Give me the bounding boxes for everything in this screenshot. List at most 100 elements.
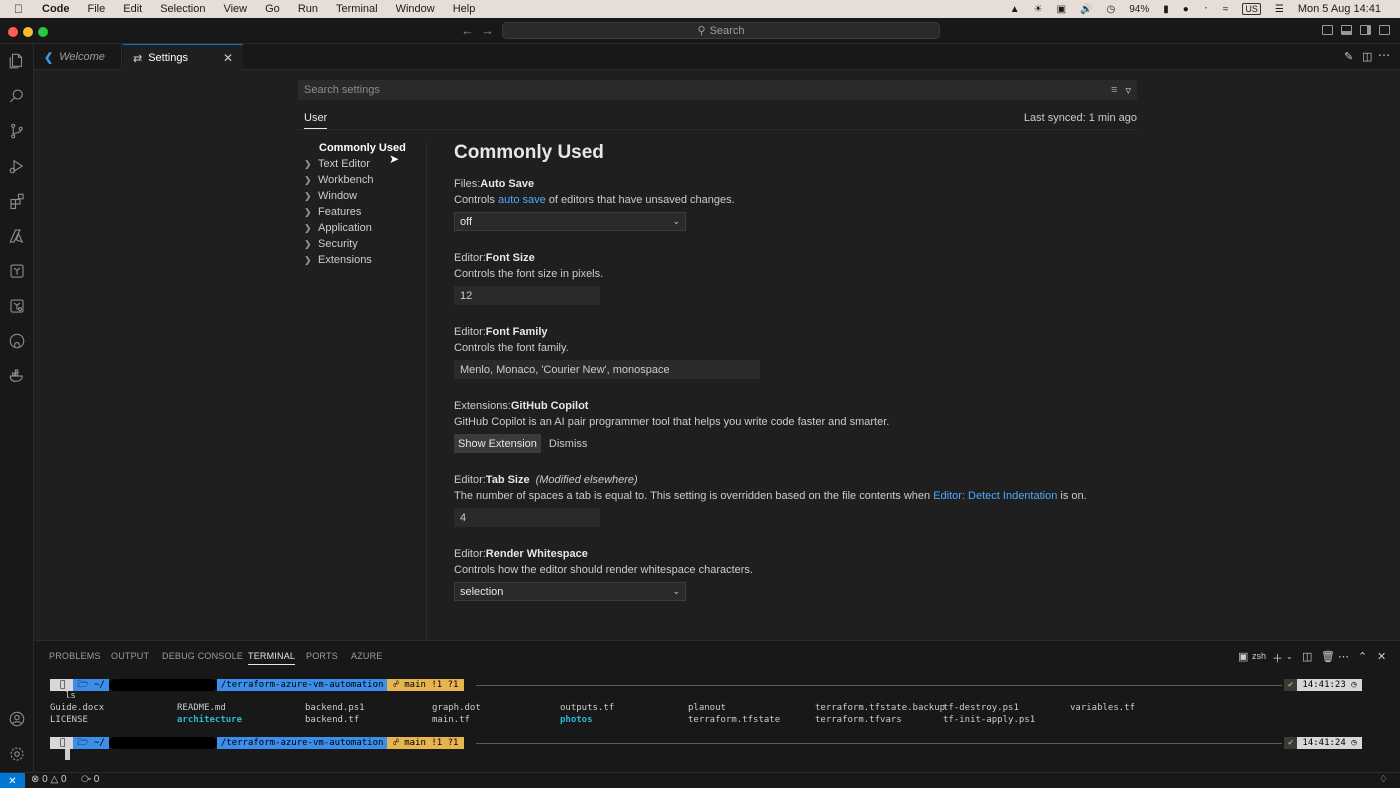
github-icon[interactable] xyxy=(5,329,29,353)
check-icon: ✔ xyxy=(1284,679,1298,691)
azure-tray-icon[interactable]: ▲ xyxy=(1003,4,1027,15)
back-arrow-icon[interactable]: ← xyxy=(461,23,474,38)
search-icon[interactable] xyxy=(5,84,29,108)
maximize-panel-icon[interactable]: ⌃ xyxy=(1358,650,1367,663)
toc-application[interactable]: ❯ Application xyxy=(304,220,424,236)
new-terminal-icon[interactable]: ＋ xyxy=(1272,650,1283,666)
close-window-button[interactable] xyxy=(8,27,18,37)
run-debug-icon[interactable] xyxy=(5,154,29,178)
settings-scope-user-tab[interactable]: User xyxy=(304,112,328,129)
close-tab-icon[interactable]: ✕ xyxy=(223,51,233,65)
focus-icon[interactable]: ● xyxy=(1176,4,1196,15)
apple-menu-icon[interactable]:  xyxy=(0,2,33,16)
menu-terminal[interactable]: Terminal xyxy=(327,3,387,15)
settings-search-input[interactable]: Search settings ≡ ▿ xyxy=(298,80,1137,100)
time-machine-icon[interactable]: ◷ xyxy=(1100,4,1123,15)
close-panel-icon[interactable]: ✕ xyxy=(1377,650,1386,663)
modified-elsewhere-indicator[interactable]: (Modified elsewhere) xyxy=(536,474,638,486)
font-size-input[interactable]: 12 xyxy=(454,286,600,305)
ports-status[interactable]: ⧂ 0 xyxy=(81,774,99,785)
panel-tab-ports[interactable]: PORTS xyxy=(306,651,338,661)
command-center-search[interactable]: ⚲ Search xyxy=(502,22,940,39)
chevron-down-icon: ⌄ xyxy=(672,216,680,226)
extensions-icon[interactable] xyxy=(5,189,29,213)
open-settings-json-icon[interactable]: ✎ xyxy=(1344,50,1353,63)
detect-indentation-link[interactable]: Editor: Detect Indentation xyxy=(933,490,1057,502)
tab-size-input[interactable]: 4 xyxy=(454,508,600,527)
setting-font-family: Editor: Font Family Controls the font fa… xyxy=(454,326,1154,379)
minimize-window-button[interactable] xyxy=(23,27,33,37)
battery-icon[interactable]: ▮ xyxy=(1156,4,1176,15)
menu-file[interactable]: File xyxy=(79,3,115,15)
toc-text-editor[interactable]: ❯ Text Editor xyxy=(304,156,424,172)
terminal-dropdown-chevron-icon[interactable]: ⌄ xyxy=(1286,652,1293,661)
remote-indicator-icon[interactable]: ✕ xyxy=(0,773,25,788)
zoom-window-button[interactable] xyxy=(38,27,48,37)
terraform-icon[interactable] xyxy=(5,259,29,283)
wifi-icon[interactable]: ≈ xyxy=(1216,4,1236,15)
display-icon[interactable]: ▣ xyxy=(1050,4,1073,15)
explorer-icon[interactable] xyxy=(5,49,29,73)
errors-warnings-status[interactable]: ⊗ 0 △ 0 xyxy=(31,774,67,785)
docker-icon[interactable] xyxy=(5,364,29,388)
toc-commonly-used[interactable]: Commonly Used xyxy=(304,140,424,156)
menu-edit[interactable]: Edit xyxy=(114,3,151,15)
tab-welcome[interactable]: ❮ Welcome xyxy=(34,44,122,70)
terminal-command: ls xyxy=(65,691,76,701)
auto-save-dropdown[interactable]: off ⌄ xyxy=(454,212,686,231)
file-entry: main.tf xyxy=(432,715,470,725)
clock-datetime[interactable]: Mon 5 Aug 14:41 xyxy=(1291,3,1388,15)
show-extension-button[interactable]: Show Extension xyxy=(454,434,541,453)
clear-filter-icon[interactable]: ≡ xyxy=(1111,84,1117,96)
check-icon: ✔ xyxy=(1284,737,1298,749)
kill-terminal-trash-icon[interactable]: 🗑 xyxy=(1321,650,1335,663)
filter-icon[interactable]: ▿ xyxy=(1125,84,1131,97)
toggle-primary-sidebar-icon[interactable] xyxy=(1322,25,1333,35)
terminal-shell-name[interactable]: zsh xyxy=(1252,651,1266,661)
manage-gear-icon[interactable] xyxy=(5,742,29,766)
customize-layout-icon[interactable] xyxy=(1379,25,1390,35)
menu-go[interactable]: Go xyxy=(256,3,289,15)
notifications-bell-icon[interactable]: ♢ xyxy=(1379,774,1388,785)
split-terminal-icon[interactable]: ◫ xyxy=(1302,650,1312,663)
auto-save-link[interactable]: auto save xyxy=(498,194,546,206)
toc-features[interactable]: ❯ Features xyxy=(304,204,424,220)
terminal-cursor[interactable] xyxy=(65,749,70,760)
split-editor-icon[interactable]: ◫ xyxy=(1362,50,1372,63)
azure-icon[interactable] xyxy=(5,224,29,248)
toc-security[interactable]: ❯ Security xyxy=(304,236,424,252)
menu-selection[interactable]: Selection xyxy=(151,3,214,15)
bluetooth-icon[interactable]: ᛫ xyxy=(1196,4,1216,15)
dismiss-button[interactable]: Dismiss xyxy=(545,434,592,453)
font-family-input[interactable]: Menlo, Monaco, 'Courier New', monospace xyxy=(454,360,760,379)
accounts-icon[interactable] xyxy=(5,707,29,731)
panel-tab-azure[interactable]: AZURE xyxy=(351,651,383,661)
menu-help[interactable]: Help xyxy=(444,3,485,15)
forward-arrow-icon[interactable]: → xyxy=(481,23,494,38)
panel-tab-problems[interactable]: PROBLEMS xyxy=(49,651,101,661)
tab-settings[interactable]: ⇄ Settings ✕ xyxy=(123,44,243,71)
brightness-icon[interactable]: ☀ xyxy=(1027,4,1050,15)
menu-app-code[interactable]: Code xyxy=(33,3,79,15)
source-control-icon[interactable] xyxy=(5,119,29,143)
control-center-icon[interactable]: ☰ xyxy=(1268,4,1291,15)
toggle-secondary-sidebar-icon[interactable] xyxy=(1360,25,1371,35)
more-actions-icon[interactable]: ⋯ xyxy=(1338,650,1349,663)
menu-window[interactable]: Window xyxy=(387,3,444,15)
panel-tab-terminal[interactable]: TERMINAL xyxy=(248,651,296,665)
menu-run[interactable]: Run xyxy=(289,3,327,15)
battery-percent[interactable]: 94% xyxy=(1122,4,1156,15)
more-actions-icon[interactable]: ⋯ xyxy=(1378,48,1390,62)
toggle-panel-icon[interactable] xyxy=(1341,25,1352,35)
render-whitespace-dropdown[interactable]: selection ⌄ xyxy=(454,582,686,601)
menu-view[interactable]: View xyxy=(214,3,256,15)
settings-search-placeholder: Search settings xyxy=(304,84,380,96)
toc-workbench[interactable]: ❯ Workbench xyxy=(304,172,424,188)
toc-extensions[interactable]: ❯ Extensions xyxy=(304,252,424,268)
volume-icon[interactable]: 🔊 xyxy=(1073,4,1099,15)
panel-tab-output[interactable]: OUTPUT xyxy=(111,651,149,661)
terraform-cloud-icon[interactable] xyxy=(5,294,29,318)
input-source-badge[interactable]: US xyxy=(1242,2,1261,15)
panel-tab-debug-console[interactable]: DEBUG CONSOLE xyxy=(162,651,243,661)
toc-window[interactable]: ❯ Window xyxy=(304,188,424,204)
